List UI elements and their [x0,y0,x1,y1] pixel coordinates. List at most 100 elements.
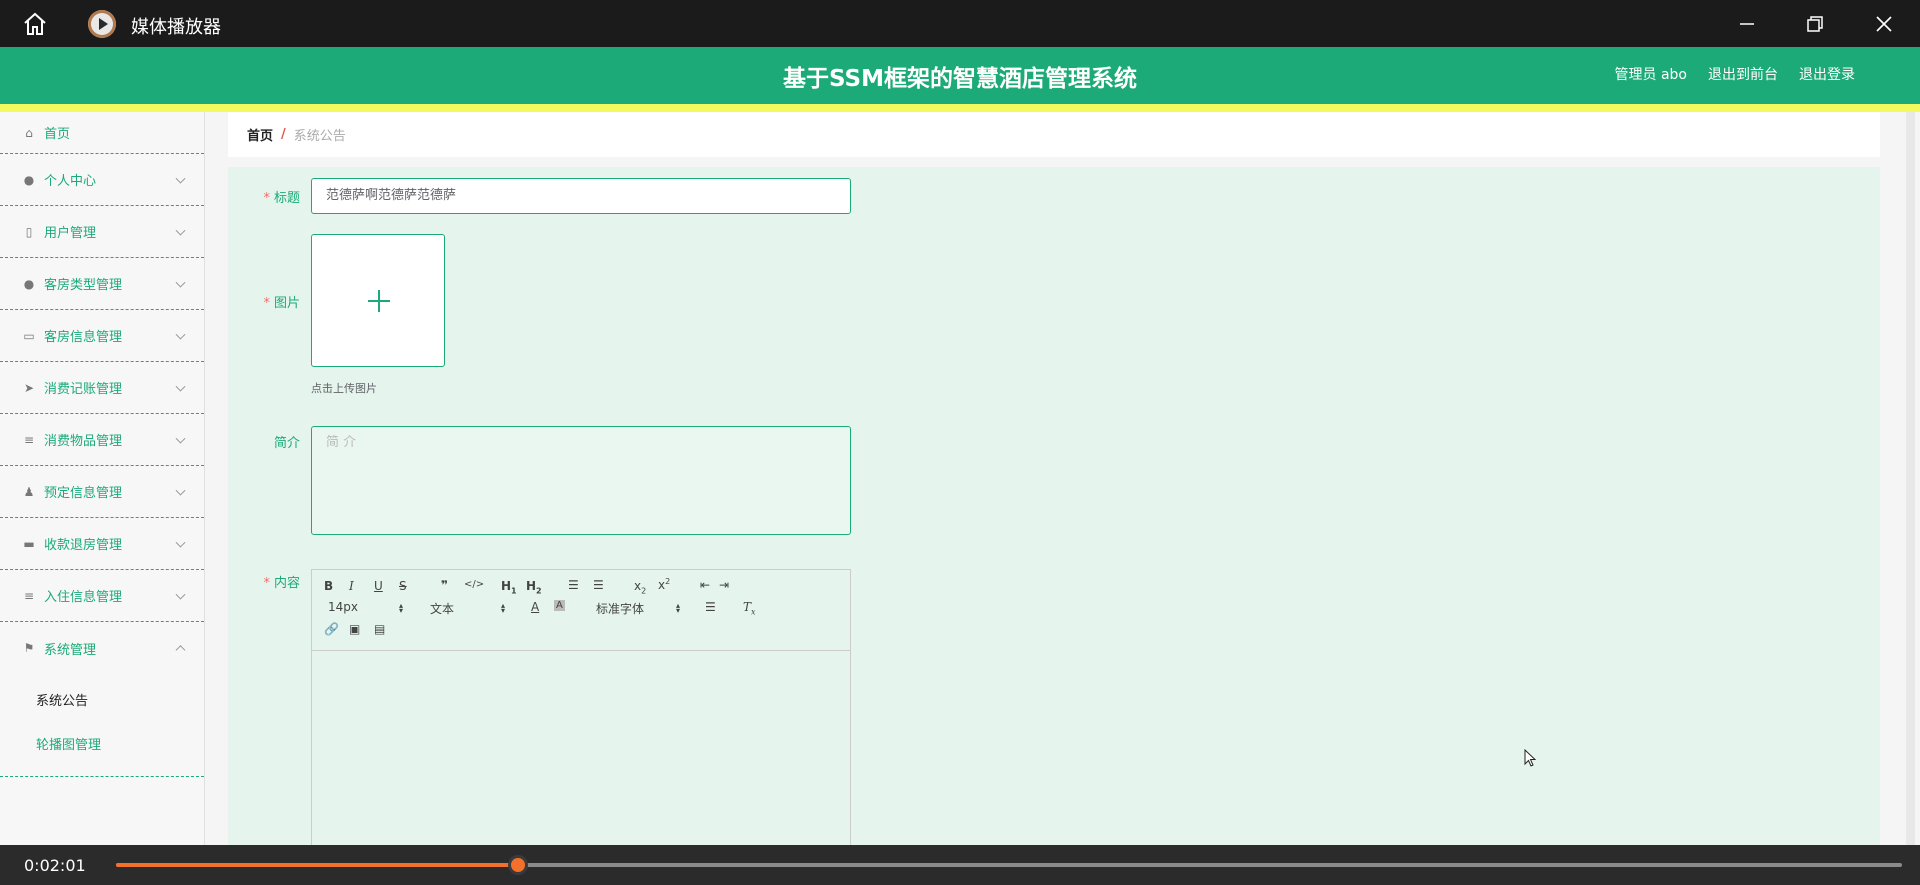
chevron-down-icon [175,381,186,392]
title-label: * 标题 [263,191,300,206]
blockquote-icon[interactable]: ❞ [441,578,448,592]
sidebar-item-label: 收款退房管理 [44,538,123,553]
breadcrumb-current: 系统公告 [293,129,346,144]
sidebar-subitem-carousel[interactable]: 轮播图管理 [0,724,204,768]
editor-toolbar: B I U S ❞ </> H1 H2 ☰ ☰ x2 x2 ⇤ ⇥ 14px ▴ ▾… [312,570,850,651]
logout-link[interactable]: 退出登录 [1799,64,1855,84]
sidebar-subitem-announcements[interactable]: 系统公告 [0,680,204,724]
rich-text-editor: B I U S ❞ </> H1 H2 ☰ ☰ x2 x2 ⇤ ⇥ 14px ▴ ▾… [311,569,851,869]
chevron-down-icon [175,173,186,184]
sidebar-item-consumption-records[interactable]: ➤ 消费记账管理 [0,362,204,414]
pin-icon: ● [23,276,35,291]
seek-bar[interactable] [116,855,1902,875]
sidebar-item-label: 用户管理 [44,226,97,241]
image-icon[interactable]: ▣ [349,622,360,636]
sidebar-item-personal-center[interactable]: ● 个人中心 [0,154,204,206]
video-icon[interactable]: ▤ [374,622,385,636]
announcement-form: * 标题 范德萨啊范德萨范德萨 * 图片 点击上传图片 简介 简 介 * 内容 B I… [228,167,1880,869]
image-label: * 图片 [263,296,300,311]
chevron-down-icon [175,589,186,600]
code-block-icon[interactable]: </> [464,579,484,590]
header-accent-stripe [0,104,1920,112]
outdent-icon[interactable]: ⇤ [700,578,710,592]
sidebar-item-label: 客房类型管理 [44,278,123,293]
close-icon[interactable] [1872,12,1896,36]
system-management-submenu: 系统公告 轮播图管理 [0,674,204,777]
heading-1-icon[interactable]: H1 [501,579,517,595]
main-content: 首页 / 系统公告 * 标题 范德萨啊范德萨范德萨 * 图片 点击上传图片 简介 简… [228,112,1880,869]
sidebar-item-label: 消费物品管理 [44,434,123,449]
heading-2-icon[interactable]: H2 [526,579,542,595]
image-upload-button[interactable] [311,234,445,367]
underline-icon[interactable]: U [374,579,383,593]
exit-to-front-link[interactable]: 退出到前台 [1708,64,1778,84]
media-player-titlebar: 媒体播放器 [0,0,1920,47]
font-color-icon[interactable]: A [531,600,539,614]
send-icon: ➤ [23,380,35,395]
playback-time: 0:02:01 [24,856,86,875]
align-icon[interactable]: ☰ [705,600,716,614]
sidebar-item-label: 首页 [44,127,71,142]
sidebar-item-home[interactable]: ⌂ 首页 [0,112,204,154]
breadcrumb-home[interactable]: 首页 [247,125,273,144]
flag-icon: ⚑ [23,641,35,655]
sidebar-item-room-info[interactable]: ▭ 客房信息管理 [0,310,204,362]
mouse-cursor-icon [1524,749,1537,767]
breadcrumb: 首页 / 系统公告 [228,112,1880,157]
seek-progress [116,863,519,867]
chevron-down-icon [175,537,186,548]
title-input[interactable]: 范德萨啊范德萨范德萨 [311,178,851,214]
strikethrough-icon[interactable]: S [399,579,407,593]
sidebar-item-label: 消费记账管理 [44,382,123,397]
restore-icon[interactable] [1803,12,1827,36]
sidebar-item-checkout[interactable]: ▬ 收款退房管理 [0,518,204,570]
scrollbar[interactable] [1906,112,1915,845]
chevron-down-icon [175,485,186,496]
subscript-icon[interactable]: x2 [634,579,646,595]
font-size-select[interactable]: 14px ▴ ▾ [328,600,403,615]
header-select[interactable]: 文本 ▴ ▾ [430,600,505,617]
media-player-logo-icon [88,10,116,38]
sidebar-item-label: 系统管理 [44,642,97,658]
stamp-icon: ♟ [23,484,35,499]
breadcrumb-separator: / [281,127,286,142]
italic-icon[interactable]: I [349,579,354,593]
chevron-down-icon [175,329,186,340]
sidebar-item-checkin[interactable]: ≡ 入住信息管理 [0,570,204,622]
link-icon[interactable]: 🔗 [324,622,339,636]
content-label: * 内容 [263,576,300,591]
sidebar-item-system-management[interactable]: ⚑ 系统管理 [0,622,204,674]
seek-handle[interactable] [508,855,529,875]
sidebar-item-label: 个人中心 [44,174,97,189]
indent-icon[interactable]: ⇥ [719,578,729,592]
font-family-select[interactable]: 标准字体 ▴ ▾ [596,600,680,617]
admin-label: 管理员 abo [1614,67,1687,83]
sidebar-item-room-type[interactable]: ● 客房类型管理 [0,258,204,310]
upload-tip: 点击上传图片 [311,382,377,395]
chevron-down-icon [175,225,186,236]
bullet-list-icon[interactable]: ☰ [593,578,604,592]
sidebar-item-consumption-goods[interactable]: ≡ 消费物品管理 [0,414,204,466]
editor-body[interactable] [312,651,850,869]
chevron-up-icon [175,645,186,656]
list-icon: ≡ [23,432,35,447]
home-icon: ⌂ [25,125,33,140]
app-header: 基于SSM框架的智慧酒店管理系统 管理员 abo 退出到前台 退出登录 [0,47,1920,104]
background-color-icon[interactable]: A [554,600,565,611]
chevron-down-icon [175,277,186,288]
chevron-down-icon [175,433,186,444]
intro-textarea[interactable]: 简 介 [311,426,851,535]
list-icon: ≡ [23,588,35,603]
user-icon: ● [23,172,35,187]
sidebar-item-label: 入住信息管理 [44,590,123,605]
home-icon[interactable] [22,12,48,36]
clear-format-icon[interactable]: Tx [743,600,756,616]
sidebar-item-reservations[interactable]: ♟ 预定信息管理 [0,466,204,518]
header-links: 管理员 abo 退出到前台 退出登录 [1615,64,1855,84]
minimize-icon[interactable] [1735,12,1759,36]
superscript-icon[interactable]: x2 [658,577,670,592]
bold-icon[interactable]: B [324,579,333,593]
sidebar-item-label: 预定信息管理 [44,486,123,501]
ordered-list-icon[interactable]: ☰ [568,578,579,592]
sidebar-item-user-management[interactable]: ▯ 用户管理 [0,206,204,258]
